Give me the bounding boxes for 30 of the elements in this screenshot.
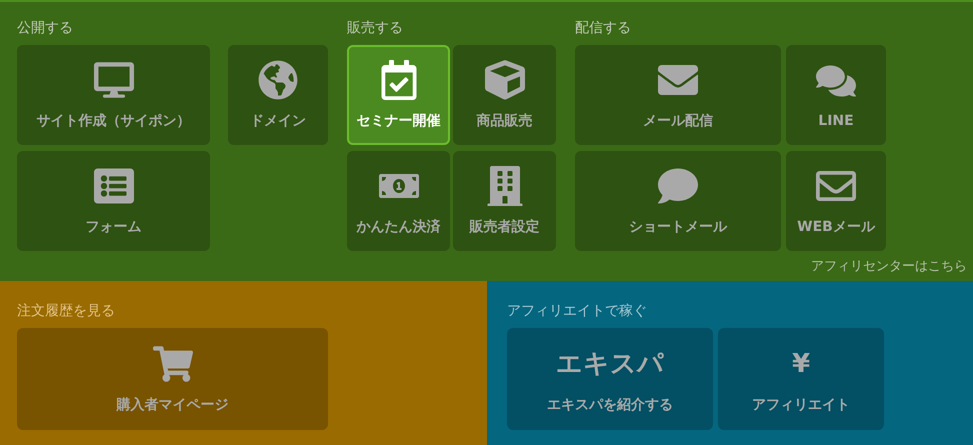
affiliate-center-link[interactable]: アフィリセンターはこちら	[811, 257, 967, 275]
section-title: 注文履歴を見る	[17, 302, 116, 321]
section-title: 配信する	[575, 19, 632, 38]
calendar-check-icon	[378, 60, 418, 100]
menu-tile[interactable]: フォーム	[17, 151, 210, 251]
section-title: 公開する	[17, 19, 74, 38]
tile-icon-text: ¥	[792, 348, 810, 381]
tile-icon-text: エキスパ	[556, 348, 664, 381]
chat-bubble-icon	[658, 166, 698, 206]
menu-tile[interactable]: 購入者マイページ	[17, 328, 328, 430]
menu-tile[interactable]: LINE	[786, 45, 886, 145]
menu-tile[interactable]: エキスパ エキスパを紹介する	[507, 328, 713, 430]
section-title: 販売する	[347, 19, 404, 38]
monitor-icon	[94, 60, 134, 100]
menu-tile[interactable]: ドメイン	[228, 45, 328, 145]
menu-tile[interactable]: サイト作成（サイポン）	[17, 45, 210, 145]
shopping-cart-icon	[152, 344, 192, 384]
building-icon	[484, 166, 524, 206]
menu-tile[interactable]: セミナー開催	[347, 45, 450, 145]
menu-tile[interactable]: かんたん決済	[347, 151, 450, 251]
globe-icon	[258, 60, 298, 100]
menu-tile[interactable]: ショートメール	[575, 151, 781, 251]
cube-icon	[484, 60, 524, 100]
menu-tile[interactable]: WEBメール	[786, 151, 886, 251]
menu-tile[interactable]: 商品販売	[453, 45, 556, 145]
menu-tile[interactable]: ¥ アフィリエイト	[718, 328, 884, 430]
menu-tile[interactable]: メール配信	[575, 45, 781, 145]
menu-tile[interactable]: 販売者設定	[453, 151, 556, 251]
section-title: アフィリエイトで稼ぐ	[507, 302, 648, 321]
list-icon	[94, 166, 134, 206]
